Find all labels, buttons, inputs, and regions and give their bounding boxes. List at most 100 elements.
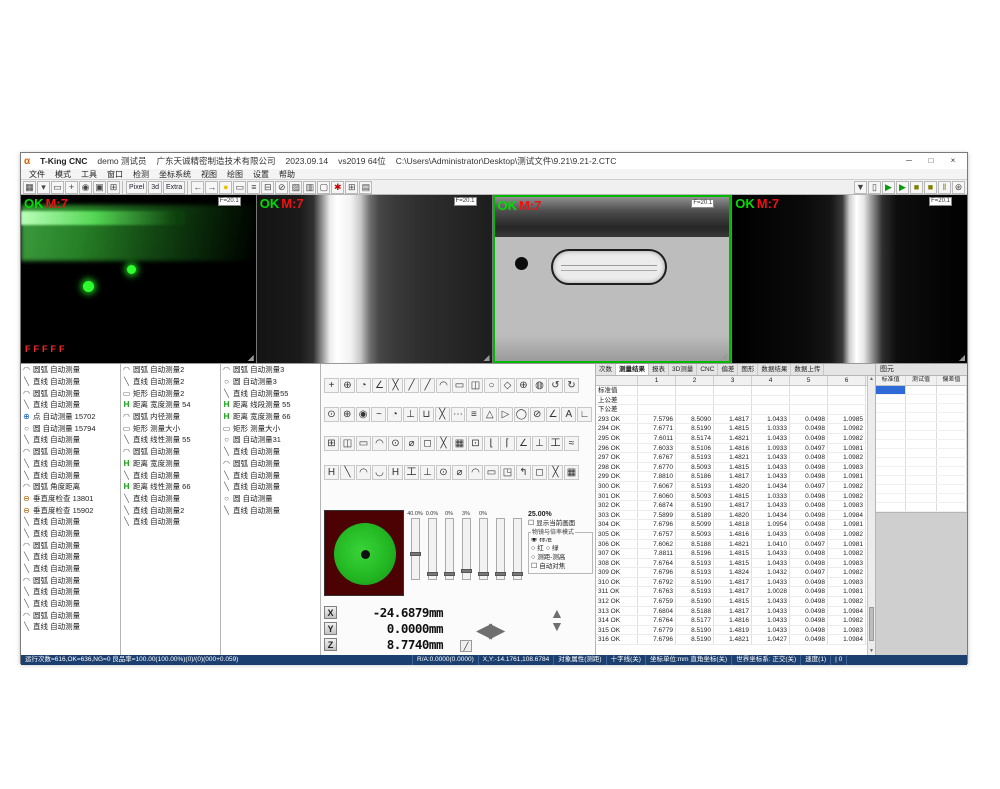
result-row[interactable]: 311 OK7.67638.51931.48171.00280.04981.09…	[596, 587, 867, 597]
measure-tool-icon[interactable]: ◠	[372, 436, 387, 451]
element-row[interactable]	[876, 404, 967, 413]
measure-tool-icon[interactable]: ╲	[340, 465, 355, 480]
measure-tool-icon[interactable]: ↺	[548, 378, 563, 393]
list-item[interactable]: ╲直线 自动测量	[21, 458, 120, 470]
measure-tool-icon[interactable]: ╳	[435, 407, 450, 422]
quick-measure-button[interactable]: ╱	[460, 640, 472, 652]
light-slider[interactable]: 0%	[475, 511, 491, 598]
slider-thumb[interactable]	[478, 572, 489, 576]
zoom-icon[interactable]: ⊘	[275, 181, 288, 194]
measure-tool-icon[interactable]: △	[482, 407, 497, 422]
stop-icon[interactable]: ■	[910, 181, 923, 194]
results-tab-数据上传[interactable]: 数据上传	[791, 364, 824, 375]
show-current-checkbox[interactable]: ☐显示当前画面	[528, 519, 593, 528]
element-row[interactable]	[876, 440, 967, 449]
result-row[interactable]: 316 OK7.67968.51901.48211.04270.04981.09…	[596, 635, 867, 645]
frame-icon[interactable]: ▭	[233, 181, 246, 194]
document-icon[interactable]: ▯	[868, 181, 881, 194]
measure-tool-icon[interactable]: ╱	[420, 378, 435, 393]
measure-tool-icon[interactable]: H	[324, 465, 339, 480]
list-item[interactable]: ╲直线 自动测量	[21, 621, 120, 633]
slider-track[interactable]	[462, 518, 471, 580]
list-item[interactable]: H距离 宽度测量 54	[121, 399, 220, 411]
quad-view-icon[interactable]: ⊞	[107, 181, 120, 194]
stop-all-icon[interactable]: ■	[924, 181, 937, 194]
measure-tool-icon[interactable]: ╳	[388, 378, 403, 393]
menu-item-绘图[interactable]: 绘图	[222, 169, 248, 180]
list-item[interactable]: ◠圆弧 自动测量	[121, 446, 220, 458]
result-row[interactable]: 302 OK7.68748.51901.48171.04330.04981.09…	[596, 501, 867, 511]
result-row[interactable]: 307 OK7.88118.51961.48151.04330.04981.09…	[596, 549, 867, 559]
list-item[interactable]: ╲直线 自动测量	[21, 598, 120, 610]
list-item[interactable]: ▭矩形 测量大小	[121, 422, 220, 434]
collapse-icon[interactable]: ⊟	[261, 181, 274, 194]
save-icon[interactable]: ▼	[854, 181, 867, 194]
list-item[interactable]: ○圆 自动测量3	[221, 376, 320, 388]
list-item[interactable]: ○圆 自动测量 15794	[21, 422, 120, 434]
measure-tool-icon[interactable]: ⌀	[452, 465, 467, 480]
measure-tool-icon[interactable]: ↻	[564, 378, 579, 393]
measure-tool-icon[interactable]: ⊥	[420, 465, 435, 480]
result-row[interactable]: 313 OK7.68048.51881.48171.04330.04981.09…	[596, 607, 867, 617]
resize-corner-icon[interactable]: ◢	[959, 354, 965, 362]
resize-corner-icon[interactable]: ◢	[721, 352, 727, 360]
jog-right-icon[interactable]: ▶	[489, 619, 502, 642]
measure-tool-icon[interactable]: ⌊	[484, 436, 499, 451]
result-row[interactable]: 301 OK7.60608.50931.48151.03330.04981.09…	[596, 492, 867, 502]
measure-tool-icon[interactable]: ◫	[340, 436, 355, 451]
results-tab-次数[interactable]: 次数	[596, 364, 616, 375]
light-slider[interactable]: 3%	[458, 511, 474, 598]
menu-item-坐标系统[interactable]: 坐标系统	[154, 169, 196, 180]
radio-distance-height[interactable]: ○测距-测高	[531, 553, 590, 562]
result-row[interactable]: 300 OK7.60678.51931.48201.04340.04971.09…	[596, 482, 867, 492]
menu-item-视图[interactable]: 视图	[196, 169, 222, 180]
slider-track[interactable]	[428, 518, 437, 580]
measure-tool-icon[interactable]: ◍	[532, 378, 547, 393]
results-tab-偏差[interactable]: 偏差	[718, 364, 738, 375]
results-tab-3D测量[interactable]: 3D测量	[669, 364, 697, 375]
list-item[interactable]: ╲直线 自动测量	[21, 516, 120, 528]
run-program-icon[interactable]: ▶	[882, 181, 895, 194]
result-row[interactable]: 293 OK7.57968.50901.48171.04330.04981.09…	[596, 415, 867, 425]
measure-tool-icon[interactable]: ○	[484, 378, 499, 393]
light-slider[interactable]: 0.0%	[424, 511, 440, 598]
measure-tool-icon[interactable]: ◉	[356, 407, 371, 422]
list-item[interactable]: H距离 线性测量 66	[121, 481, 220, 493]
measure-tool-icon[interactable]: ◫	[468, 378, 483, 393]
measure-tool-icon[interactable]: ⊙	[324, 407, 339, 422]
result-row[interactable]: 315 OK7.67798.51901.48191.04330.04981.09…	[596, 626, 867, 636]
slider-thumb[interactable]	[512, 572, 523, 576]
slider-thumb[interactable]	[427, 572, 438, 576]
3d-button[interactable]: 3d	[148, 181, 162, 194]
columns-icon[interactable]: ▥	[303, 181, 316, 194]
result-row[interactable]: 298 OK7.67708.50931.48151.04330.04981.09…	[596, 463, 867, 473]
light-slider[interactable]	[509, 511, 525, 598]
list-item[interactable]: H距离 线段测量 55	[221, 399, 320, 411]
maximize-button[interactable]: □	[920, 153, 942, 169]
list-item[interactable]: ╲直线 自动测量	[21, 586, 120, 598]
light-slider[interactable]: 40.0%	[407, 511, 423, 598]
measure-tool-icon[interactable]: ▭	[452, 378, 467, 393]
slider-thumb[interactable]	[410, 552, 421, 556]
result-row[interactable]: 310 OK7.67928.51901.48171.04330.04981.09…	[596, 578, 867, 588]
scroll-down-icon[interactable]: ▼	[868, 648, 875, 655]
light-bulb-icon[interactable]: ●	[219, 181, 232, 194]
target-view[interactable]	[324, 510, 404, 596]
element-row[interactable]	[876, 503, 967, 512]
element-row[interactable]	[876, 422, 967, 431]
window-layout-icon[interactable]: ▭	[51, 181, 64, 194]
close-button[interactable]: ×	[942, 153, 964, 169]
camera-panel-3[interactable]: OKM:7 F=20.1 ◢	[493, 195, 732, 363]
light-slider[interactable]	[492, 511, 508, 598]
result-row[interactable]: 314 OK7.67648.51771.48161.04330.04981.09…	[596, 616, 867, 626]
measure-tool-icon[interactable]: ◡	[372, 465, 387, 480]
slider-thumb[interactable]	[495, 572, 506, 576]
list-item[interactable]: H距离 宽度测量 66	[221, 411, 320, 423]
list-item[interactable]: ⊖垂直度检查 15902	[21, 504, 120, 516]
measure-tool-icon[interactable]: ◻	[420, 436, 435, 451]
results-grid-body[interactable]: 标准值上公差下公差293 OK7.57968.50901.48171.04330…	[596, 386, 867, 655]
list-item[interactable]: ╲直线 自动测量	[121, 516, 220, 528]
result-row[interactable]: 309 OK7.67968.51931.48241.04320.04971.09…	[596, 568, 867, 578]
slider-track[interactable]	[513, 518, 522, 580]
measure-tool-icon[interactable]: ▭	[484, 465, 499, 480]
